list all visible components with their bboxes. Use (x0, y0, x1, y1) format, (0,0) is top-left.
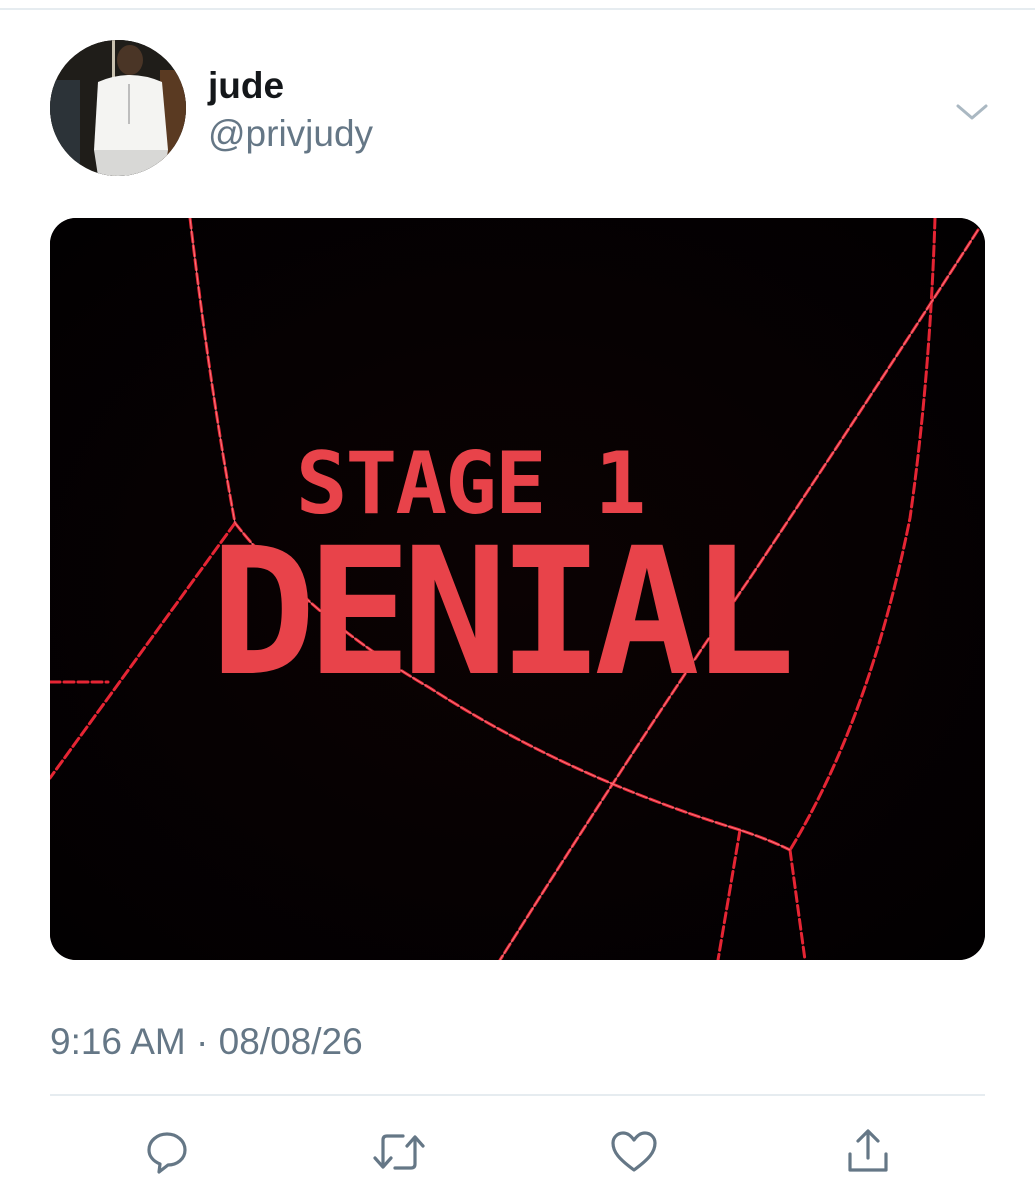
reply-icon (147, 1132, 187, 1174)
retweet-button[interactable] (369, 1122, 429, 1182)
timestamp-separator: · (185, 1021, 219, 1062)
tweet-menu-button[interactable] (952, 92, 992, 132)
top-divider (0, 8, 1035, 10)
actions-divider (50, 1094, 985, 1096)
share-icon (848, 1129, 888, 1172)
author-display-name[interactable]: jude (208, 64, 284, 108)
chevron-down-icon (956, 104, 988, 120)
tweet-timestamp[interactable]: 9:16 AM · 08/08/26 (50, 1018, 363, 1066)
like-button[interactable] (604, 1122, 664, 1182)
tweet-time: 9:16 AM (50, 1021, 186, 1062)
reply-button[interactable] (137, 1122, 197, 1182)
retweet-icon (373, 1134, 425, 1170)
tweet-media[interactable]: STAGE 1 DENIAL (50, 218, 985, 960)
heart-icon (611, 1131, 657, 1172)
share-button[interactable] (838, 1122, 898, 1182)
avatar[interactable] (50, 40, 186, 176)
media-title-line2: DENIAL (210, 510, 789, 715)
media-image: STAGE 1 DENIAL (50, 218, 985, 960)
avatar-image (50, 40, 186, 176)
tweet-date: 08/08/26 (218, 1021, 363, 1062)
author-handle[interactable]: @privjudy (208, 112, 373, 156)
